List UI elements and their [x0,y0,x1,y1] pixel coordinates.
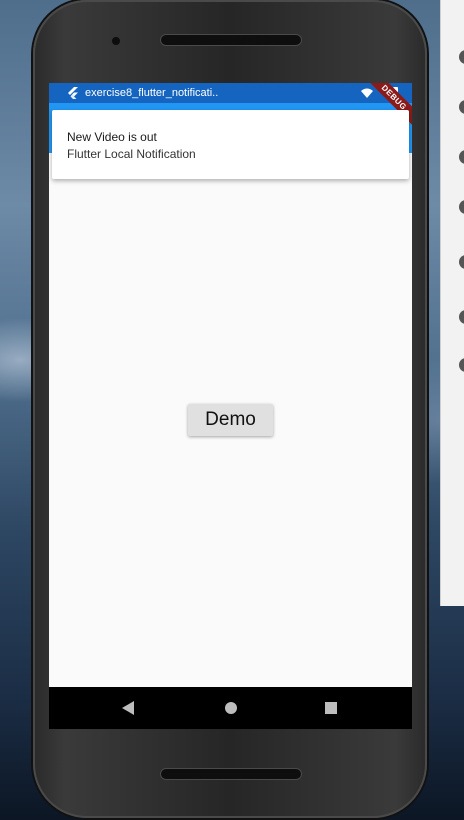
zoom-icon[interactable] [459,358,464,372]
screenshot-icon[interactable] [459,310,464,324]
notification-card[interactable]: New Video is out Flutter Local Notificat… [52,110,409,179]
status-bar: exercise8_flutter_notificati.. [49,83,412,103]
notification-body: Flutter Local Notification [67,147,196,161]
volume-up-icon[interactable] [459,100,464,114]
home-icon[interactable] [225,702,237,714]
recents-icon[interactable] [325,702,337,714]
front-camera [111,36,121,46]
rotate-right-icon[interactable] [459,255,464,269]
device-screen: exercise8_flutter_notificati.. DEBUG New… [49,83,412,729]
emulator-side-toolbar [440,0,464,606]
flutter-icon [68,87,78,99]
navigation-bar [49,687,412,729]
top-speaker [160,34,302,46]
bottom-speaker [160,768,302,780]
demo-button[interactable]: Demo [188,404,273,436]
power-icon[interactable] [459,50,464,64]
notification-title: New Video is out [67,130,157,144]
wifi-icon [361,88,373,98]
volume-down-icon[interactable] [459,150,464,164]
rotate-left-icon[interactable] [459,200,464,214]
back-icon[interactable] [122,701,134,715]
status-app-name: exercise8_flutter_notificati.. [85,87,219,99]
